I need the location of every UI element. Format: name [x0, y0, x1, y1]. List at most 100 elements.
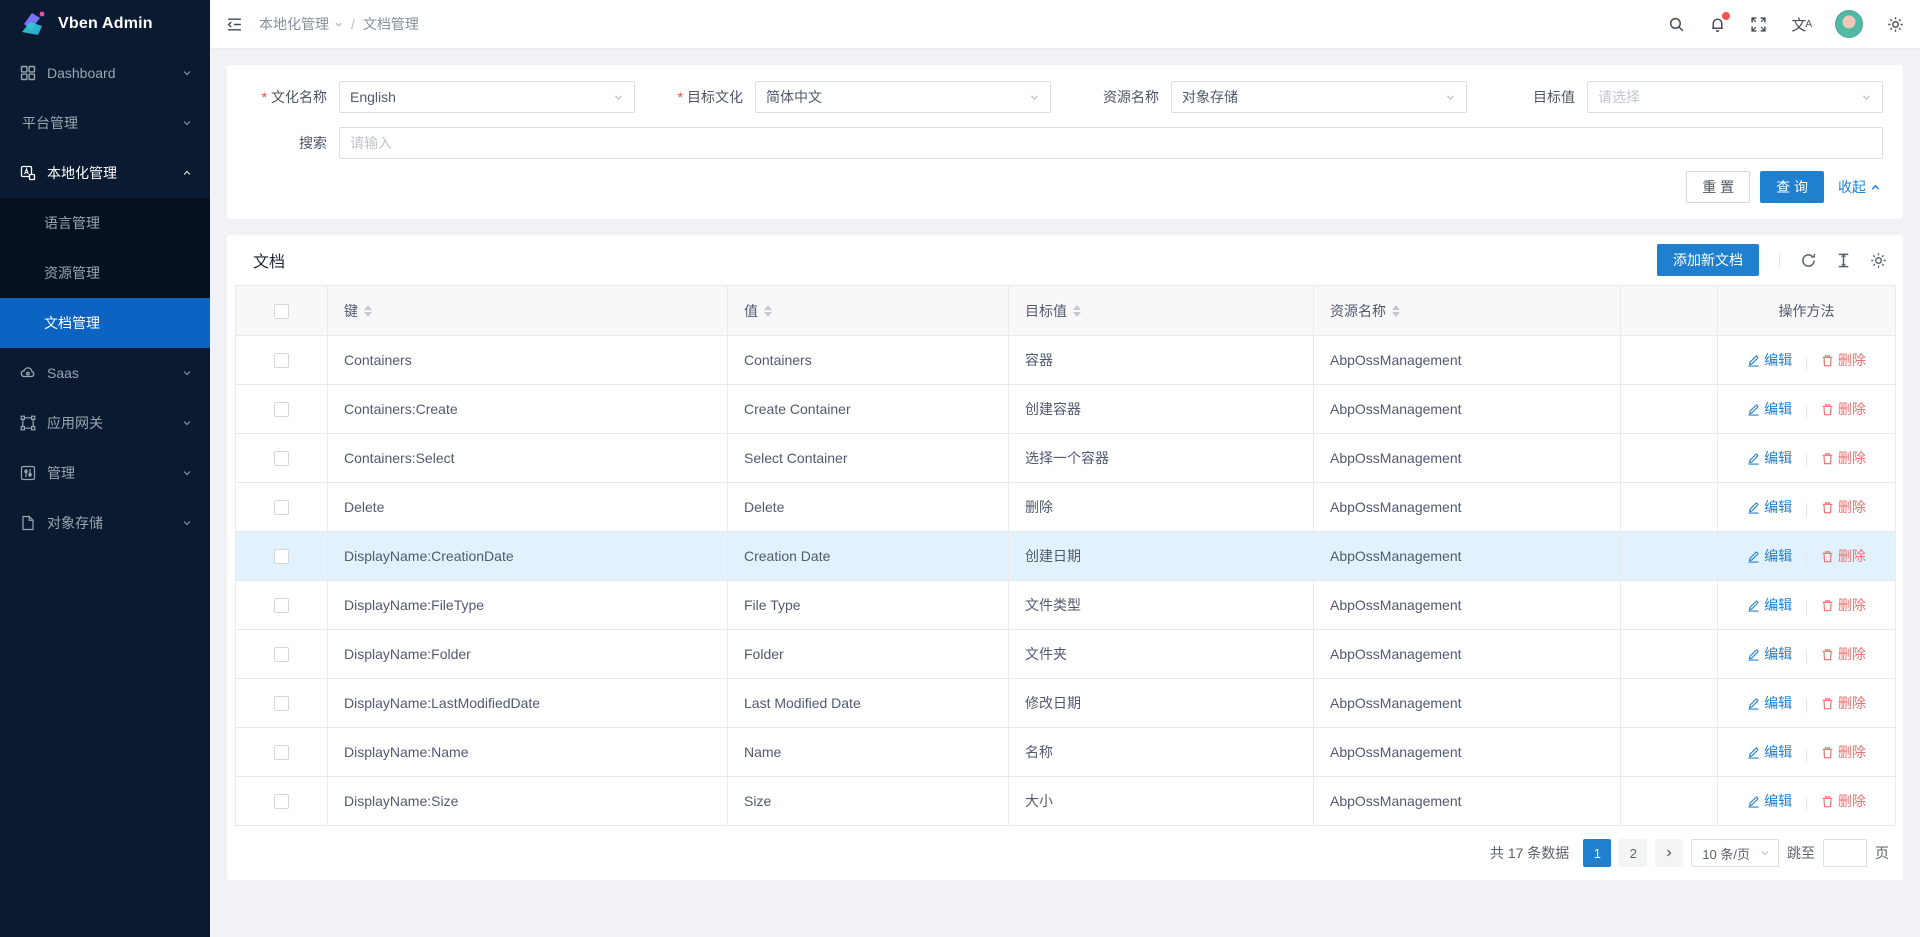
row-checkbox[interactable]	[274, 598, 289, 613]
cell-key: DisplayName:FileType	[328, 581, 728, 630]
delete-button[interactable]: 删除	[1821, 546, 1866, 566]
breadcrumb-parent[interactable]: 本地化管理	[259, 14, 343, 34]
sidebar-item-oss[interactable]: 对象存储	[0, 498, 210, 548]
sidebar: Vben Admin Dashboard 平台管理	[0, 0, 210, 937]
search-icon[interactable]	[1668, 16, 1685, 33]
chevron-down-icon	[182, 368, 192, 378]
edit-button[interactable]: 编辑	[1747, 742, 1792, 762]
cell-value: Create Container	[728, 385, 1009, 434]
row-checkbox[interactable]	[274, 402, 289, 417]
delete-button[interactable]: 删除	[1821, 693, 1866, 713]
edit-button[interactable]: 编辑	[1747, 448, 1792, 468]
sidebar-item-saas[interactable]: Saas	[0, 348, 210, 398]
edit-button[interactable]: 编辑	[1747, 399, 1792, 419]
dashboard-icon	[20, 65, 37, 82]
notification-bell-icon[interactable]	[1709, 16, 1726, 33]
sidebar-item-dashboard[interactable]: Dashboard	[0, 48, 210, 98]
cell-target: 删除	[1009, 483, 1314, 532]
cell-key: Containers	[328, 336, 728, 385]
query-button[interactable]: 查 询	[1760, 171, 1824, 203]
edit-button[interactable]: 编辑	[1747, 546, 1792, 566]
cell-actions: 编辑 删除	[1718, 777, 1896, 826]
edit-pencil-icon	[1747, 599, 1760, 612]
refresh-icon[interactable]	[1800, 252, 1817, 269]
add-document-button[interactable]: 添加新文档	[1657, 244, 1759, 276]
translate-icon[interactable]: 文A	[1791, 14, 1811, 35]
sidebar-item-label: Saas	[47, 365, 182, 381]
row-checkbox[interactable]	[274, 353, 289, 368]
edit-button[interactable]: 编辑	[1747, 497, 1792, 517]
row-checkbox[interactable]	[274, 794, 289, 809]
next-page-button[interactable]	[1655, 839, 1683, 867]
edit-pencil-icon	[1747, 746, 1760, 759]
menu-fold-icon[interactable]	[226, 16, 243, 33]
avatar[interactable]	[1835, 10, 1863, 38]
target-culture-select[interactable]: 简体中文	[755, 81, 1051, 113]
row-checkbox[interactable]	[274, 647, 289, 662]
edit-button[interactable]: 编辑	[1747, 693, 1792, 713]
reset-button[interactable]: 重 置	[1686, 171, 1750, 203]
delete-button[interactable]: 删除	[1821, 448, 1866, 468]
edit-pencil-icon	[1747, 403, 1760, 416]
row-checkbox[interactable]	[274, 745, 289, 760]
resource-select[interactable]: 对象存储	[1171, 81, 1467, 113]
delete-button[interactable]: 删除	[1821, 791, 1866, 811]
column-header-empty	[1621, 286, 1718, 336]
target-value-select[interactable]: 请选择	[1587, 81, 1883, 113]
edit-button[interactable]: 编辑	[1747, 595, 1792, 615]
row-checkbox[interactable]	[274, 696, 289, 711]
edit-button[interactable]: 编辑	[1747, 350, 1792, 370]
edit-button[interactable]: 编辑	[1747, 791, 1792, 811]
sidebar-item-resource[interactable]: 资源管理	[0, 248, 210, 298]
culture-select[interactable]: English	[339, 81, 635, 113]
sidebar-item-document[interactable]: 文档管理	[0, 298, 210, 348]
delete-trash-icon	[1821, 501, 1834, 514]
column-header-resource[interactable]: 资源名称	[1314, 286, 1621, 336]
sidebar-item-language[interactable]: 语言管理	[0, 198, 210, 248]
sidebar-item-gateway[interactable]: 应用网关	[0, 398, 210, 448]
sidebar-item-manage[interactable]: 管理	[0, 448, 210, 498]
sidebar-item-localization[interactable]: 本地化管理	[0, 148, 210, 198]
collapse-link[interactable]: 收起	[1838, 177, 1881, 197]
table-row: Delete Delete 删除 AbpOssManagement 编辑 删除	[236, 483, 1896, 532]
cell-key: DisplayName:Size	[328, 777, 728, 826]
jump-page-input[interactable]	[1823, 839, 1867, 867]
row-height-icon[interactable]	[1835, 252, 1852, 269]
delete-button[interactable]: 删除	[1821, 595, 1866, 615]
notification-badge	[1722, 12, 1730, 20]
cell-value: Delete	[728, 483, 1009, 532]
table-settings-gear-icon[interactable]	[1870, 252, 1887, 269]
delete-button[interactable]: 删除	[1821, 350, 1866, 370]
row-checkbox[interactable]	[274, 500, 289, 515]
delete-button[interactable]: 删除	[1821, 742, 1866, 762]
edit-pencil-icon	[1747, 697, 1760, 710]
app-logo[interactable]: Vben Admin	[0, 0, 210, 48]
select-all-checkbox[interactable]	[274, 304, 289, 319]
settings-gear-icon[interactable]	[1887, 16, 1904, 33]
cell-empty	[1621, 679, 1718, 728]
delete-button[interactable]: 删除	[1821, 399, 1866, 419]
column-header-value[interactable]: 值	[728, 286, 1009, 336]
page-button-1[interactable]: 1	[1583, 839, 1611, 867]
row-checkbox[interactable]	[274, 549, 289, 564]
delete-button[interactable]: 删除	[1821, 497, 1866, 517]
search-input[interactable]	[339, 127, 1883, 159]
action-divider	[1806, 601, 1807, 615]
action-divider	[1806, 552, 1807, 566]
page-size-select[interactable]: 10 条/页	[1691, 839, 1779, 867]
sidebar-item-platform[interactable]: 平台管理	[0, 98, 210, 148]
cell-key: DisplayName:CreationDate	[328, 532, 728, 581]
fullscreen-icon[interactable]	[1750, 16, 1767, 33]
edit-button[interactable]: 编辑	[1747, 644, 1792, 664]
cell-empty	[1621, 336, 1718, 385]
field-label: 搜索	[247, 133, 339, 153]
page-suffix: 页	[1875, 843, 1889, 863]
row-checkbox[interactable]	[274, 451, 289, 466]
delete-button[interactable]: 删除	[1821, 644, 1866, 664]
page-button-2[interactable]: 2	[1619, 839, 1647, 867]
column-header-key[interactable]: 键	[328, 286, 728, 336]
column-header-target[interactable]: 目标值	[1009, 286, 1314, 336]
cell-empty	[1621, 434, 1718, 483]
pagination-total: 共 17 条数据	[1490, 843, 1569, 863]
cell-target: 创建日期	[1009, 532, 1314, 581]
